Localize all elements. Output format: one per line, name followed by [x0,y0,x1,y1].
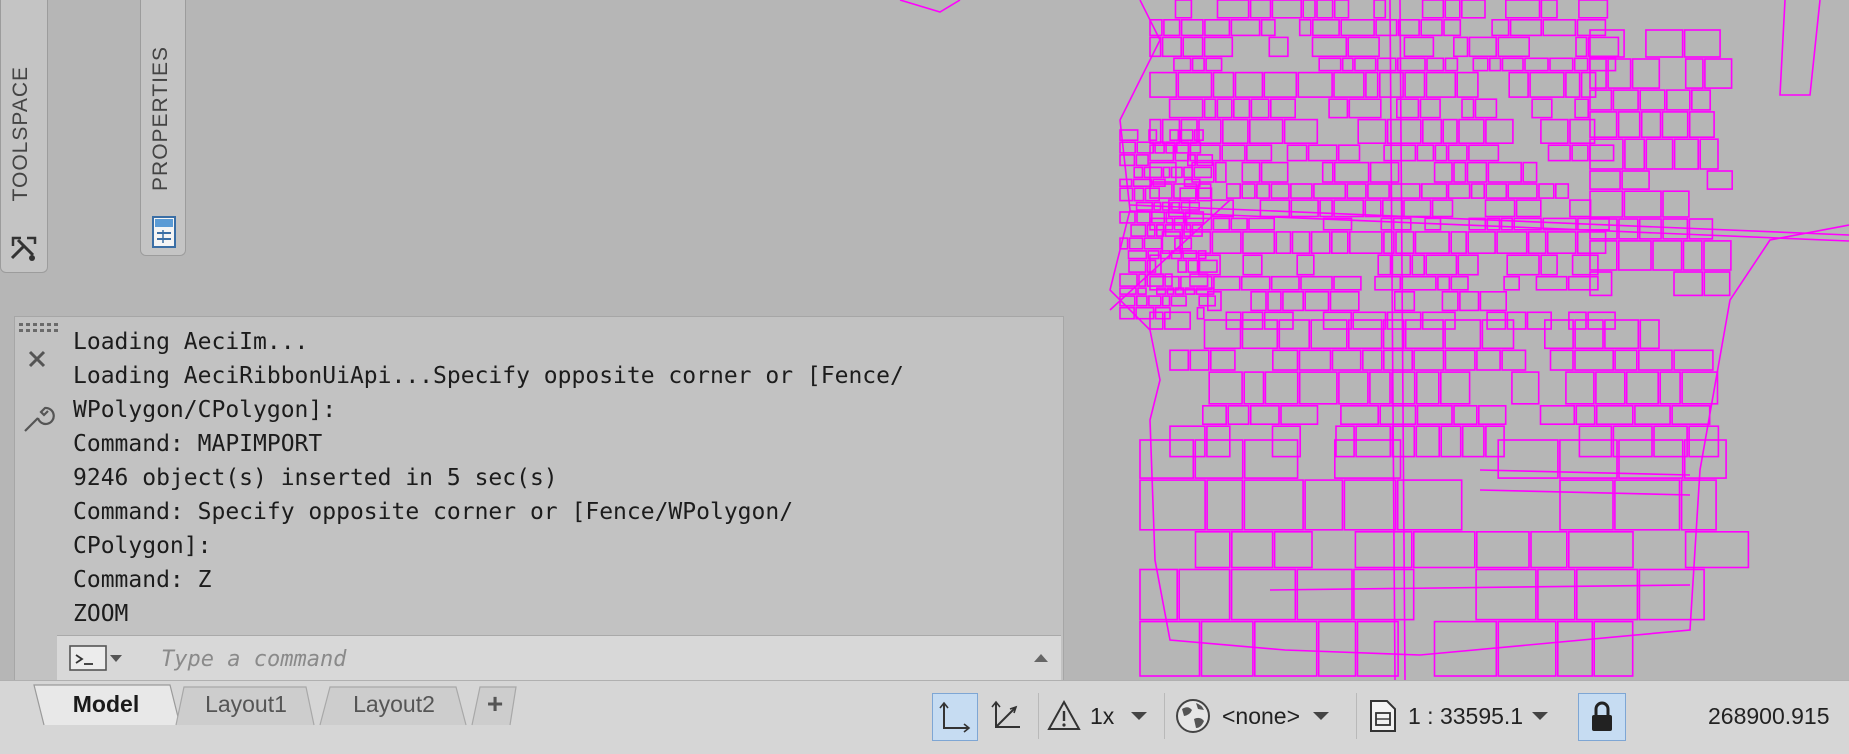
command-history-line: WPolygon/CPolygon]: [73,397,337,423]
model-space-icon [939,701,971,733]
chevron-down-icon [1532,712,1549,720]
separator [1164,693,1165,739]
separator [1038,693,1039,739]
command-history-line: Loading AeciRibbonUiApi...Specify opposi… [73,363,904,389]
drawing-canvas[interactable]: TOOLSPACE PROPERTIES Loading AeciIm... L… [0,0,1849,680]
model-space-button[interactable] [932,693,978,741]
annotation-scale-value: 1x [1090,702,1115,729]
command-history-line: Command: Z [73,567,212,593]
toolspace-label: TOOLSPACE [9,66,32,202]
customize-wrench-icon[interactable] [21,401,55,435]
command-window[interactable]: Loading AeciIm... Loading AeciRibbonUiApi… [14,316,1064,680]
tab-layout2[interactable]: Layout2 [332,683,456,725]
tab-model-label: Model [72,690,140,717]
command-history-line: 9246 object(s) inserted in 5 sec(s) [73,465,558,491]
annotation-warning-icon [1047,699,1081,730]
chevron-down-icon [1131,712,1148,720]
properties-icon[interactable] [151,215,177,249]
annotation-scale-button[interactable]: 1x [1046,693,1160,739]
cursor-coordinates: 268900.915 [1708,693,1849,739]
chevron-down-icon [1313,712,1330,720]
isometric-drafting-button[interactable] [984,693,1030,739]
properties-palette[interactable]: PROPERTIES [140,0,186,256]
coordinate-system-value: <none> [1222,702,1301,729]
command-line[interactable] [57,635,1061,680]
close-icon[interactable] [23,345,51,373]
command-history-line: Command: Specify opposite corner or [Fen… [73,499,794,525]
tab-layout2-label: Layout2 [353,690,435,717]
command-history-toggle-icon[interactable] [1031,648,1051,668]
viewport-scale-value: 1 : 33595.1 [1408,702,1524,729]
isometric-icon [991,700,1020,728]
toolspace-tools-icon[interactable] [7,232,41,266]
command-history: Loading AeciIm... Loading AeciRibbonUiApi… [73,325,1053,645]
lock-icon [1592,701,1612,731]
globe-icon [1176,699,1210,733]
command-history-line: CPolygon]: [73,533,212,559]
separator [1356,693,1357,739]
coordinates-value: 268900.915 [1708,702,1830,729]
status-bar: Model Layout1 Layout2 + 1x <none> 1: 33… [0,680,1849,754]
properties-label: PROPERTIES [149,46,172,191]
plus-icon: + [486,688,504,719]
tab-model[interactable]: Model [46,683,166,725]
coordinate-system-button[interactable]: <none> [1174,693,1346,739]
toolspace-palette[interactable]: TOOLSPACE [0,0,48,273]
viewport-scale-icon [1370,700,1396,732]
tab-layout1-label: Layout1 [205,690,287,717]
command-input[interactable] [159,642,943,676]
command-window-grip-icon[interactable] [19,323,59,333]
viewport-scale-button[interactable]: 1 : 33595.1 [1366,693,1568,739]
lock-viewport-button[interactable] [1578,693,1626,741]
command-history-line: Loading AeciIm... [73,329,309,355]
command-history-line: ZOOM [73,601,129,627]
add-layout-button[interactable]: + [480,683,510,725]
tab-layout1[interactable]: Layout1 [186,683,306,725]
command-history-line: Command: MAPIMPORT [73,431,323,457]
command-prompt-icon[interactable] [69,644,125,672]
